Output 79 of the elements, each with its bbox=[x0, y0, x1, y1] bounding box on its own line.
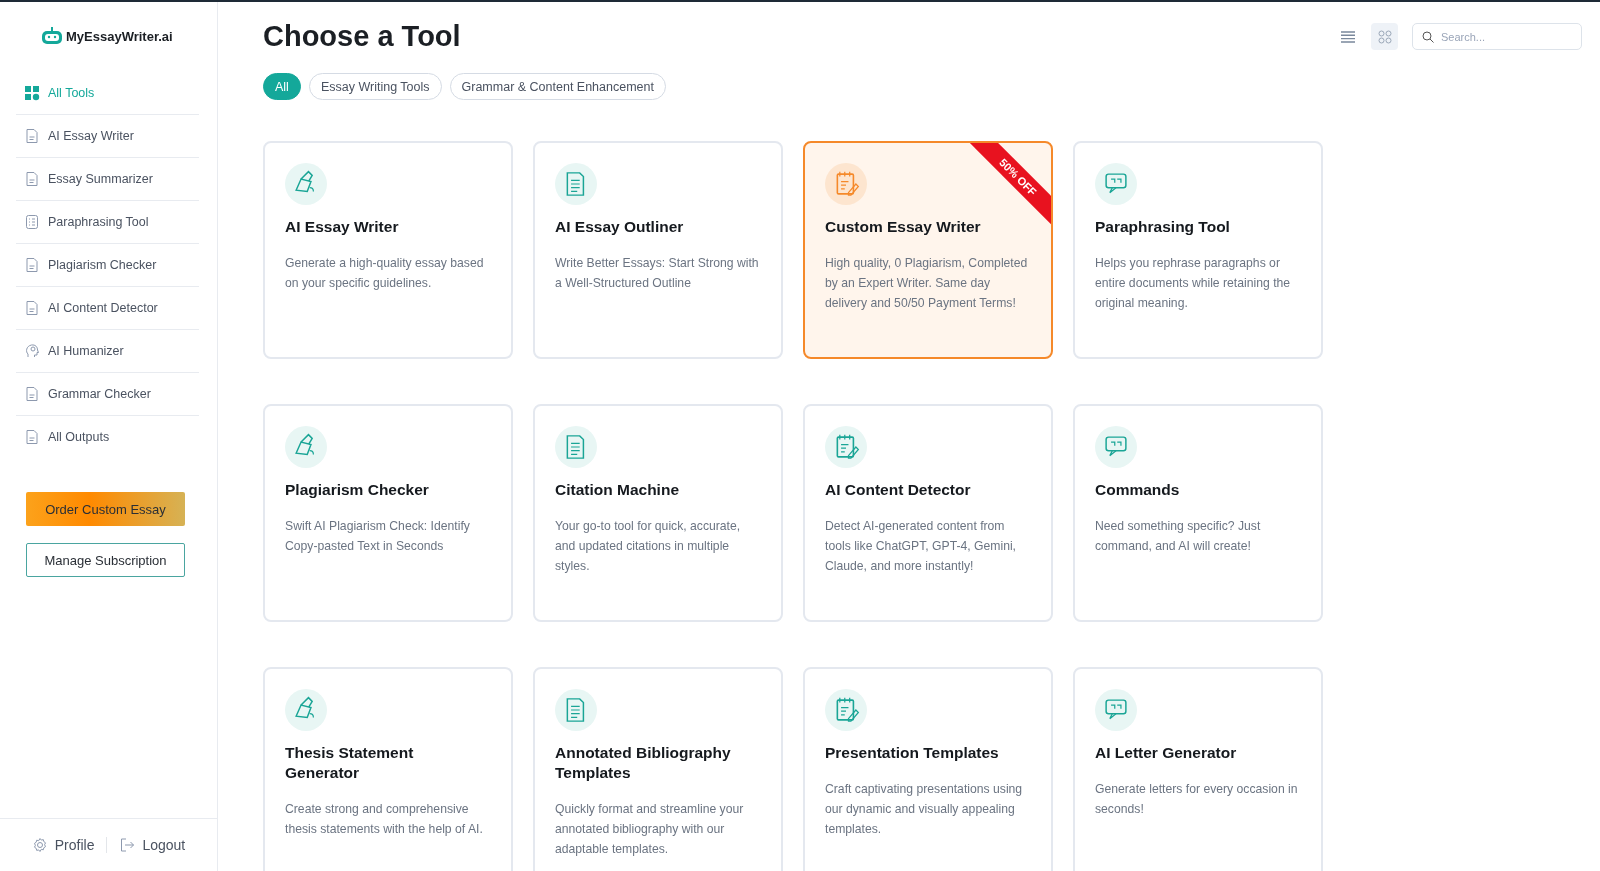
document-icon bbox=[24, 429, 40, 445]
tool-card[interactable]: Presentation Templates Craft captivating presentations using our dynamic and visually appealing templates. bbox=[803, 667, 1053, 871]
card-title: Custom Essay Writer bbox=[825, 217, 982, 237]
card-title: Annotated Bibliography Templates bbox=[555, 743, 732, 783]
card-description: Helps you rephrase paragraphs or entire documents while retaining the original meaning. bbox=[1095, 255, 1292, 312]
order-button[interactable]: Order Custom Essay bbox=[26, 492, 185, 526]
sidebar-item[interactable]: AI Content Detector bbox=[16, 287, 199, 330]
tool-icon bbox=[285, 689, 327, 731]
grid-view-button[interactable] bbox=[1371, 23, 1398, 50]
subscription-button[interactable]: Manage Subscription bbox=[26, 543, 185, 577]
document-icon bbox=[24, 128, 40, 144]
page-title: Choose a Tool bbox=[263, 20, 461, 53]
logout-icon bbox=[119, 837, 136, 853]
card-title: Presentation Templates bbox=[825, 743, 1000, 763]
sidebar-item[interactable]: Grammar Checker bbox=[16, 373, 199, 416]
card-description: Detect AI-generated content from tools like ChatGPT, GPT-4, Gemini, Claude, and more instantly! bbox=[825, 518, 1017, 575]
card-title: Commands bbox=[1095, 480, 1181, 500]
card-description: Swift AI Plagiarism Check: Identify Copy-pasted Text in Seconds bbox=[285, 518, 471, 555]
sidebar-item[interactable]: Paraphrasing Tool bbox=[16, 201, 199, 244]
card-description: Craft captivating presentations using our dynamic and visually appealing templates. bbox=[825, 781, 1024, 838]
tool-icon bbox=[1095, 163, 1137, 205]
robot-logo-icon bbox=[41, 26, 63, 46]
filter-tab[interactable]: Grammar & Content Enhancement bbox=[449, 73, 666, 100]
sidebar-item[interactable]: Essay Summarizer bbox=[16, 158, 199, 201]
tool-icon bbox=[1095, 426, 1137, 468]
tool-card[interactable]: Annotated Bibliography Templates Quickly format and streamline your annotated bibliography with our adaptable templates. bbox=[533, 667, 783, 871]
sidebar-item[interactable]: Plagiarism Checker bbox=[16, 244, 199, 287]
card-description: High quality, 0 Plagiarism, Completed by an Expert Writer. Same day delivery and 50/50 Payment Terms! bbox=[825, 255, 1029, 312]
tool-card[interactable]: AI Letter Generator Generate letters for every occasion in seconds! bbox=[1073, 667, 1323, 871]
card-description: Generate a high-quality essay based on your specific guidelines. bbox=[285, 255, 485, 292]
card-title: Citation Machine bbox=[555, 480, 680, 500]
document-icon bbox=[24, 257, 40, 273]
head-gear-icon bbox=[24, 343, 40, 359]
tool-icon bbox=[285, 163, 327, 205]
card-title: Plagiarism Checker bbox=[285, 480, 430, 500]
card-title: Paraphrasing Tool bbox=[1095, 217, 1231, 237]
tool-icon bbox=[825, 426, 867, 468]
document-icon bbox=[24, 171, 40, 187]
tool-icon bbox=[1095, 689, 1137, 731]
card-description: Create strong and comprehensive thesis statements with the help of AI. bbox=[285, 801, 484, 838]
tool-icon bbox=[555, 689, 597, 731]
checklist-icon bbox=[24, 214, 40, 230]
tool-card[interactable]: AI Essay Writer Generate a high-quality essay based on your specific guidelines. bbox=[263, 141, 513, 359]
card-description: Need something specific? Just command, and AI will create! bbox=[1095, 518, 1262, 555]
tool-icon bbox=[555, 163, 597, 205]
logout-link[interactable]: Logout bbox=[119, 837, 186, 853]
tool-icon bbox=[285, 426, 327, 468]
card-title: AI Essay Writer bbox=[285, 217, 400, 237]
card-description: Your go-to tool for quick, accurate, and updated citations in multiple styles. bbox=[555, 518, 742, 575]
tool-icon bbox=[825, 689, 867, 731]
tool-card[interactable]: Commands Need something specific? Just command, and AI will create! bbox=[1073, 404, 1323, 622]
tool-icon bbox=[825, 163, 867, 205]
tool-card[interactable]: AI Essay Outliner Write Better Essays: Start Strong with a Well-Structured Outline bbox=[533, 141, 783, 359]
card-description: Quickly format and streamline your annotated bibliography with our adaptable templates. bbox=[555, 801, 745, 858]
document-icon bbox=[24, 300, 40, 316]
tool-card[interactable]: Thesis Statement Generator Create strong and comprehensive thesis statements with the help of AI. bbox=[263, 667, 513, 871]
card-description: Generate letters for every occasion in seconds! bbox=[1095, 781, 1299, 818]
grid-icon bbox=[1377, 29, 1392, 44]
gear-icon bbox=[31, 837, 48, 853]
sidebar-item[interactable]: All Outputs bbox=[16, 416, 199, 458]
filter-tab[interactable]: Essay Writing Tools bbox=[308, 73, 442, 100]
profile-link[interactable]: Profile bbox=[31, 837, 95, 853]
tool-card[interactable]: Citation Machine Your go-to tool for quick, accurate, and updated citations in multiple styles. bbox=[533, 404, 783, 622]
tool-icon bbox=[555, 426, 597, 468]
search-field[interactable]: Search... bbox=[1412, 23, 1582, 50]
tool-card[interactable]: Paraphrasing Tool Helps you rephrase paragraphs or entire documents while retaining the original meaning. bbox=[1073, 141, 1323, 359]
tool-card[interactable]: AI Content Detector Detect AI-generated content from tools like ChatGPT, GPT-4, Gemini, Claude, and more instantly! bbox=[803, 404, 1053, 622]
card-description: Write Better Essays: Start Strong with a Well-Structured Outline bbox=[555, 255, 760, 292]
card-title: AI Letter Generator bbox=[1095, 743, 1238, 763]
sidebar-item[interactable]: AI Essay Writer bbox=[16, 115, 199, 158]
card-title: AI Content Detector bbox=[825, 480, 972, 500]
logo-text: MyEssayWriter.ai bbox=[66, 28, 173, 44]
sidebar-item[interactable]: AI Humanizer bbox=[16, 330, 199, 373]
grid-icon bbox=[24, 85, 40, 101]
document-icon bbox=[24, 386, 40, 402]
card-title: AI Essay Outliner bbox=[555, 217, 685, 237]
tool-card[interactable]: Plagiarism Checker Swift AI Plagiarism Check: Identify Copy-pasted Text in Seconds bbox=[263, 404, 513, 622]
card-title: Thesis Statement Generator bbox=[285, 743, 415, 783]
list-icon bbox=[1339, 29, 1356, 44]
